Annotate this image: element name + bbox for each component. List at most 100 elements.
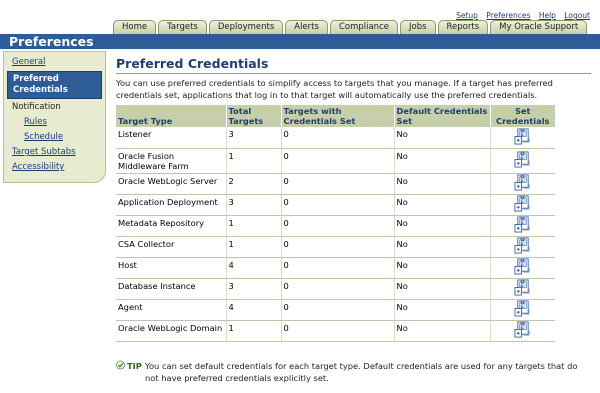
- cell-set-credentials: [490, 194, 555, 216]
- header-set-credentials: Set Credentials: [490, 105, 555, 127]
- header-default-credentials: Default Credentials Set: [394, 105, 491, 127]
- table-row: Application Deployment 3 0 No: [116, 194, 555, 216]
- cell-total-targets: 1: [226, 215, 282, 237]
- cell-targets-with-credentials: 0: [281, 215, 395, 237]
- cell-total-targets: 4: [226, 299, 282, 321]
- preferences-link[interactable]: Preferences: [486, 11, 530, 20]
- intro-text: You can use preferred credentials to sim…: [116, 78, 553, 100]
- tab-my-oracle-support[interactable]: My Oracle Support: [490, 20, 588, 34]
- set-credentials-icon[interactable]: [514, 237, 531, 254]
- tab-deployments[interactable]: Deployments: [208, 20, 284, 34]
- title-divider: [116, 73, 591, 74]
- credentials-table: Target Type Total Targets Targets with C…: [116, 105, 555, 342]
- table-row: Host 4 0 No: [116, 257, 555, 279]
- cell-total-targets: 3: [226, 278, 282, 300]
- cell-total-targets: 1: [226, 320, 282, 342]
- set-credentials-icon[interactable]: [514, 216, 531, 233]
- set-credentials-icon[interactable]: [514, 174, 531, 191]
- check-icon: [116, 360, 125, 370]
- tab-home[interactable]: Home: [113, 20, 157, 34]
- cell-set-credentials: [490, 236, 555, 258]
- sidebar: General Preferred Credentials Notificati…: [3, 51, 106, 183]
- cell-target-type: Listener: [116, 127, 227, 149]
- tip-label: TIP: [127, 361, 142, 371]
- sidebar-item-target-subtabs[interactable]: Target Subtabs: [4, 145, 105, 160]
- cell-total-targets: 2: [226, 173, 282, 195]
- sidebar-item-notification: Notification: [12, 102, 61, 112]
- tab-compliance[interactable]: Compliance: [329, 20, 398, 34]
- tab-targets[interactable]: Targets: [158, 20, 207, 34]
- cell-target-type: CSA Collector: [116, 236, 227, 258]
- sidebar-item-general[interactable]: General: [4, 55, 105, 70]
- tab-reports[interactable]: Reports: [437, 20, 489, 34]
- cell-set-credentials: [490, 257, 555, 279]
- global-links: Setup Preferences Help Logout: [450, 11, 590, 20]
- main-content: Preferred Credentials You can use prefer…: [116, 56, 591, 342]
- app-title: Preferences: [9, 34, 94, 49]
- table-row: CSA Collector 1 0 No: [116, 236, 555, 258]
- sidebar-item-accessibility[interactable]: Accessibility: [4, 160, 105, 175]
- set-credentials-icon[interactable]: [514, 258, 531, 275]
- cell-target-type: Agent: [116, 299, 227, 321]
- cell-default-credentials: No: [394, 194, 491, 216]
- cell-set-credentials: [490, 278, 555, 300]
- cell-target-type: Metadata Repository: [116, 215, 227, 237]
- set-credentials-icon[interactable]: [514, 195, 531, 212]
- cell-total-targets: 4: [226, 257, 282, 279]
- cell-set-credentials: [490, 215, 555, 237]
- cell-set-credentials: [490, 320, 555, 342]
- table-row: Metadata Repository 1 0 No: [116, 215, 555, 237]
- cell-targets-with-credentials: 0: [281, 320, 395, 342]
- cell-total-targets: 1: [226, 236, 282, 258]
- tab-jobs[interactable]: Jobs: [399, 20, 436, 34]
- set-credentials-icon[interactable]: [514, 321, 531, 338]
- table-row: Listener 3 0 No: [116, 127, 555, 149]
- table-row: Oracle WebLogic Domain 1 0 No: [116, 320, 555, 342]
- cell-target-type: Oracle WebLogic Server: [116, 173, 227, 195]
- cell-default-credentials: No: [394, 173, 491, 195]
- cell-target-type: Oracle WebLogic Domain: [116, 320, 227, 342]
- table-row: Agent 4 0 No: [116, 299, 555, 321]
- set-credentials-icon[interactable]: [514, 279, 531, 296]
- table-header-row: Target Type Total Targets Targets with C…: [116, 105, 555, 127]
- cell-target-type: Host: [116, 257, 227, 279]
- cell-default-credentials: No: [394, 320, 491, 342]
- help-link[interactable]: Help: [539, 11, 556, 20]
- header-total-targets: Total Targets: [226, 105, 282, 127]
- cell-total-targets: 3: [226, 194, 282, 216]
- header-target-type: Target Type: [116, 105, 227, 127]
- sidebar-item-rules[interactable]: Rules: [4, 115, 105, 130]
- cell-default-credentials: No: [394, 278, 491, 300]
- sidebar-item-schedule[interactable]: Schedule: [4, 130, 105, 145]
- table-row: Database Instance 3 0 No: [116, 278, 555, 300]
- cell-default-credentials: No: [394, 236, 491, 258]
- cell-default-credentials: No: [394, 127, 491, 149]
- cell-target-type: Database Instance: [116, 278, 227, 300]
- logout-link[interactable]: Logout: [564, 11, 590, 20]
- set-credentials-icon[interactable]: [514, 151, 531, 168]
- cell-targets-with-credentials: 0: [281, 299, 395, 321]
- cell-targets-with-credentials: 0: [281, 236, 395, 258]
- page-title: Preferred Credentials: [116, 56, 269, 71]
- tab-alerts[interactable]: Alerts: [285, 20, 328, 34]
- set-credentials-icon[interactable]: [514, 128, 531, 145]
- cell-target-type: Oracle Fusion Middleware Farm: [116, 148, 227, 174]
- cell-target-type: Application Deployment: [116, 194, 227, 216]
- tip-text: You can set default credentials for each…: [145, 361, 578, 383]
- cell-targets-with-credentials: 0: [281, 148, 395, 174]
- cell-targets-with-credentials: 0: [281, 194, 395, 216]
- setup-link[interactable]: Setup: [456, 11, 478, 20]
- cell-default-credentials: No: [394, 215, 491, 237]
- cell-default-credentials: No: [394, 148, 491, 174]
- cell-total-targets: 1: [226, 148, 282, 174]
- cell-set-credentials: [490, 173, 555, 195]
- set-credentials-icon[interactable]: [514, 300, 531, 317]
- cell-targets-with-credentials: 0: [281, 278, 395, 300]
- cell-default-credentials: No: [394, 257, 491, 279]
- header-targets-with-credentials: Targets with Credentials Set: [281, 105, 395, 127]
- sidebar-item-preferred-credentials[interactable]: Preferred Credentials: [7, 71, 102, 99]
- main-tabs: Home Targets Deployments Alerts Complian…: [113, 20, 589, 34]
- cell-total-targets: 3: [226, 127, 282, 149]
- table-row: Oracle WebLogic Server 2 0 No: [116, 173, 555, 195]
- cell-targets-with-credentials: 0: [281, 127, 395, 149]
